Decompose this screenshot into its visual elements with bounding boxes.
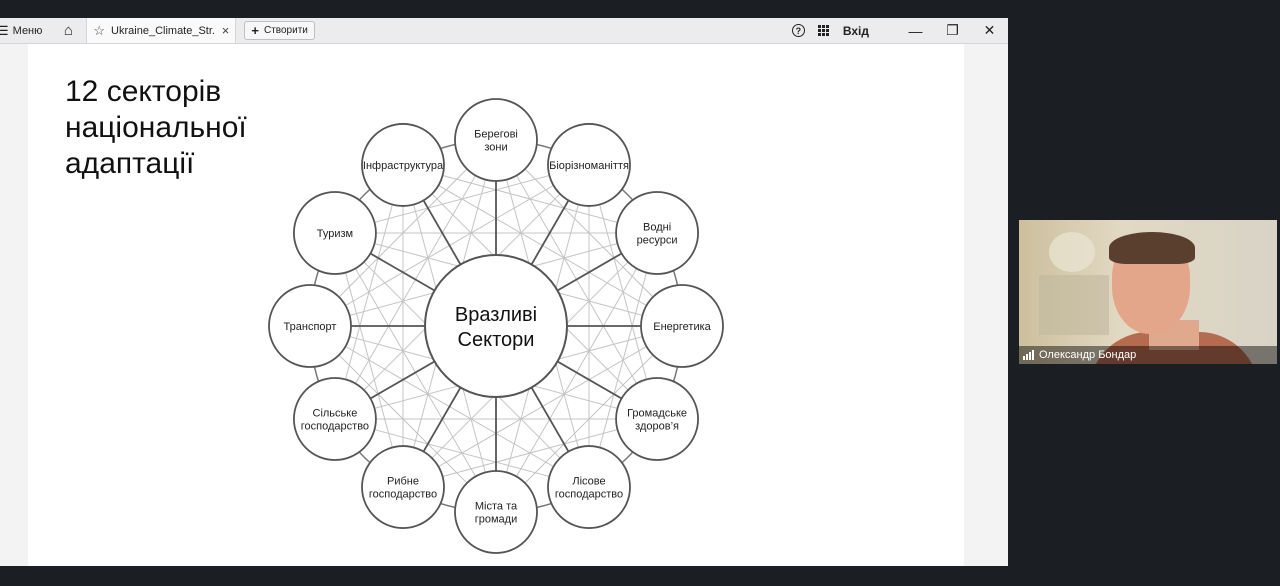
sector-label: Рибне bbox=[387, 476, 419, 488]
sector-node: Лісовегосподарство bbox=[547, 445, 631, 529]
sector-label: Міста та bbox=[475, 501, 518, 513]
sector-label: господарство bbox=[369, 489, 437, 501]
center-node: Вразливі Сектори bbox=[424, 254, 568, 398]
sector-node: Міста тагромади bbox=[454, 470, 538, 554]
sector-label: Туризм bbox=[317, 228, 353, 240]
sector-label: Сільське bbox=[313, 408, 358, 420]
star-icon[interactable]: ☆ bbox=[93, 23, 105, 39]
sector-label: громади bbox=[475, 514, 518, 526]
sector-node: Громадськездоров’я bbox=[615, 377, 699, 461]
sector-label: ресурси bbox=[637, 235, 678, 247]
sectors-diagram: Вразливі Сектори Береговізони Біорізноманіт… bbox=[268, 98, 724, 554]
login-button[interactable]: Вхід bbox=[843, 24, 869, 38]
close-window-icon[interactable]: ✕ bbox=[971, 22, 1008, 39]
sector-node: Енергетика bbox=[640, 284, 724, 368]
slide: 12 секторів національної адаптації Вразл… bbox=[28, 44, 964, 566]
sector-node: Туризм bbox=[293, 191, 377, 275]
create-button[interactable]: + Створити bbox=[244, 21, 315, 40]
tab-title: Ukraine_Climate_Str... bbox=[111, 24, 216, 37]
restore-icon[interactable]: ❐ bbox=[934, 22, 971, 39]
sector-label: здоров’я bbox=[635, 421, 679, 433]
participant-video[interactable]: Олександр Бондар bbox=[1019, 220, 1277, 364]
sector-label: Водні bbox=[643, 222, 671, 234]
participant-name: Олександр Бондар bbox=[1039, 349, 1137, 361]
document-tab[interactable]: ☆ Ukraine_Climate_Str... × bbox=[86, 18, 237, 43]
menu-label: Меню bbox=[12, 24, 43, 37]
center-label-line2: Сектори bbox=[458, 329, 535, 351]
sector-label: Біорізноманіття bbox=[549, 160, 629, 172]
sector-label: Громадське bbox=[627, 408, 687, 420]
sector-label: зони bbox=[484, 142, 507, 154]
plus-icon: + bbox=[251, 23, 259, 38]
sector-label: Інфраструктура bbox=[363, 160, 444, 172]
signal-strength-icon bbox=[1023, 350, 1034, 360]
sector-label: господарство bbox=[301, 421, 369, 433]
home-button[interactable]: ⌂ bbox=[54, 18, 82, 43]
apps-grid-icon[interactable] bbox=[817, 25, 829, 36]
center-circle bbox=[424, 254, 568, 398]
sector-node: Береговізони bbox=[454, 98, 538, 182]
presentation-viewer-window: ☰ Меню ⌂ ☆ Ukraine_Climate_Str... × + Ст… bbox=[0, 18, 1008, 566]
sector-node: Водніресурси bbox=[615, 191, 699, 275]
menu-button[interactable]: ☰ Меню bbox=[0, 18, 48, 43]
sector-label: Енергетика bbox=[653, 321, 711, 333]
right-tools: ? Вхід — ❐ ✕ bbox=[791, 18, 1008, 43]
participant-name-bar: Олександр Бондар bbox=[1019, 346, 1277, 364]
sector-node: Інфраструктура bbox=[361, 123, 445, 207]
hamburger-icon: ☰ bbox=[0, 22, 9, 38]
help-icon[interactable]: ? bbox=[791, 24, 805, 37]
home-icon: ⌂ bbox=[63, 22, 73, 39]
sector-node: Біорізноманіття bbox=[547, 123, 631, 207]
minimize-icon[interactable]: — bbox=[897, 23, 934, 39]
toolbar: ☰ Меню ⌂ ☆ Ukraine_Climate_Str... × + Ст… bbox=[0, 18, 1008, 44]
sector-node: Рибнегосподарство bbox=[361, 445, 445, 529]
close-tab-icon[interactable]: × bbox=[222, 23, 230, 38]
center-label-line1: Вразливі bbox=[455, 304, 537, 326]
sector-node: Транспорт bbox=[268, 284, 352, 368]
create-label: Створити bbox=[263, 25, 308, 36]
sector-label: Лісове bbox=[572, 476, 605, 488]
sector-node: Сільськегосподарство bbox=[293, 377, 377, 461]
sector-label: Транспорт bbox=[284, 321, 337, 333]
sector-label: господарство bbox=[555, 489, 623, 501]
sector-label: Берегові bbox=[474, 129, 518, 141]
